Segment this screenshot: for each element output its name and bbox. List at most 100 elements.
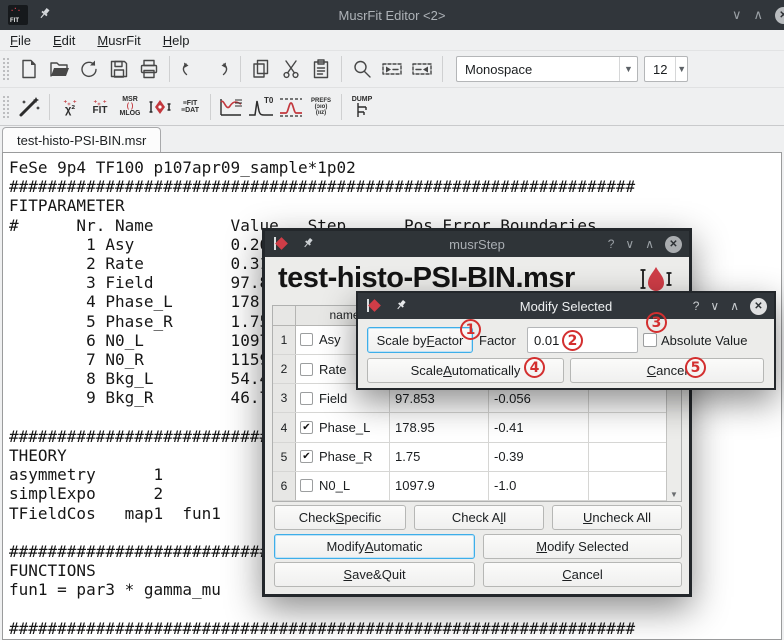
msr-mlog-swap-button[interactable]: MSR( )MLOG <box>115 92 145 122</box>
table-row[interactable]: 6 N0_L 1097.9 -1.0 <box>273 472 666 501</box>
minimize-button[interactable]: ∨ <box>625 237 634 251</box>
reload-button[interactable] <box>74 54 104 84</box>
new-file-button[interactable] <box>14 54 44 84</box>
param-value[interactable]: 178.95 <box>390 413 489 441</box>
musrfourier-button[interactable] <box>276 92 306 122</box>
row-number: 2 <box>273 355 296 383</box>
menu-file[interactable]: File <box>10 33 31 48</box>
annotation-2: 2 <box>562 330 583 351</box>
musrstep-titlebar: musrStep ? ∨ ∧ ✕ <box>265 231 689 257</box>
menubar: File Edit MusrFit Help <box>0 30 784 51</box>
row-checkbox[interactable] <box>300 392 313 405</box>
help-button[interactable]: ? <box>608 237 615 251</box>
menu-edit[interactable]: Edit <box>53 33 75 48</box>
copy-button[interactable] <box>246 54 276 84</box>
maximize-button[interactable]: ∧ <box>753 7 763 23</box>
font-family-value: Monospace <box>457 62 619 77</box>
row-checkbox-checked[interactable]: ✔ <box>300 421 313 434</box>
row-checkbox[interactable] <box>300 333 313 346</box>
annotation-4: 4 <box>524 357 545 378</box>
scale-by-factor-button[interactable]: Scale by Factor <box>367 327 473 353</box>
param-name: Asy <box>319 332 341 347</box>
row-checkbox[interactable] <box>300 479 313 492</box>
param-value[interactable]: 1.75 <box>390 443 489 471</box>
maximize-button[interactable]: ∧ <box>730 299 739 313</box>
param-name: Phase_R <box>319 449 372 464</box>
check-all-button[interactable]: Check All <box>414 505 544 530</box>
param-step[interactable]: -1.0 <box>489 472 589 500</box>
absolute-value-label: Absolute Value <box>661 333 748 348</box>
menu-help[interactable]: Help <box>163 33 190 48</box>
modify-selected-button[interactable]: Modify Selected <box>483 534 682 559</box>
row-number: 3 <box>273 384 296 412</box>
help-button[interactable]: ? <box>693 299 700 313</box>
chevron-down-icon[interactable]: ▼ <box>675 57 687 81</box>
msr2data-button[interactable]: ≡FIT≡DAT <box>175 92 205 122</box>
row-checkbox[interactable] <box>300 363 313 376</box>
annotation-3: 3 <box>646 312 667 333</box>
musrt0-button[interactable]: T0 <box>246 92 276 122</box>
font-family-select[interactable]: Monospace ▼ <box>456 56 638 82</box>
musrview-button[interactable] <box>216 92 246 122</box>
table-row[interactable]: 4 ✔ Phase_L 178.95 -0.41 <box>273 413 666 442</box>
font-size-select[interactable]: 12 ▼ <box>644 56 688 82</box>
save-quit-button[interactable]: Save&Quit <box>274 562 475 587</box>
cancel-button[interactable]: Cancel <box>483 562 682 587</box>
modify-automatic-button[interactable]: Modify Automatic <box>274 534 475 559</box>
toolbar-handle[interactable] <box>2 95 10 119</box>
scroll-down-icon[interactable]: ▼ <box>667 487 681 501</box>
save-button[interactable] <box>104 54 134 84</box>
param-value[interactable]: 1097.9 <box>390 472 489 500</box>
undo-button[interactable] <box>175 54 205 84</box>
row-number: 5 <box>273 443 296 471</box>
param-name: Phase_L <box>319 420 370 435</box>
toolbar-main: Monospace ▼ 12 ▼ <box>0 51 784 88</box>
row-number: 6 <box>273 472 296 500</box>
param-step[interactable]: -0.39 <box>489 443 589 471</box>
open-file-button[interactable] <box>44 54 74 84</box>
factor-label: Factor <box>479 333 516 348</box>
close-button[interactable]: ✕ <box>775 7 784 24</box>
check-specific-button[interactable]: Check Specific <box>274 505 406 530</box>
msr-wizard-button[interactable] <box>14 92 44 122</box>
annotation-1: 1 <box>460 319 481 340</box>
param-step[interactable]: -0.41 <box>489 413 589 441</box>
cut-button[interactable] <box>276 54 306 84</box>
tab-test-histo-psi-bin[interactable]: test-histo-PSI-BIN.msr <box>2 127 161 152</box>
musrfit-fit-button[interactable]: ⁺₊ ⁺FIT <box>85 92 115 122</box>
param-name: N0_L <box>319 478 350 493</box>
minimize-button[interactable]: ∨ <box>710 299 719 313</box>
row-number: 4 <box>273 413 296 441</box>
find-button[interactable] <box>347 54 377 84</box>
table-row[interactable]: 5 ✔ Phase_R 1.75 -0.39 <box>273 443 666 472</box>
row-checkbox-checked[interactable]: ✔ <box>300 450 313 463</box>
maximize-button[interactable]: ∧ <box>645 237 654 251</box>
chevron-down-icon[interactable]: ▼ <box>619 57 637 81</box>
musrstep-dialog: musrStep ? ∨ ∧ ✕ test-histo-PSI-BIN.msr … <box>262 228 692 597</box>
musrfit-chi2-button[interactable]: ⁺₊ ⁺χ² <box>55 92 85 122</box>
modify-cancel-button[interactable]: Cancel <box>570 358 764 383</box>
musrprefs-button[interactable]: PREFS(ɔıo)(ıız) <box>306 92 336 122</box>
redo-button[interactable] <box>205 54 235 84</box>
find-previous-button[interactable] <box>407 54 437 84</box>
toolbar-musrfit: ⁺₊ ⁺χ² ⁺₊ ⁺FIT MSR( )MLOG ≡FIT≡DAT T0 PR… <box>0 88 784 126</box>
absolute-value-checkbox[interactable] <box>643 333 657 347</box>
annotation-5: 5 <box>685 357 706 378</box>
uncheck-all-button[interactable]: Uncheck All <box>552 505 682 530</box>
t0-label: T0 <box>264 96 274 105</box>
tab-bar: test-histo-PSI-BIN.msr <box>0 126 784 152</box>
toolbar-handle[interactable] <box>2 57 10 81</box>
calibrate-button[interactable] <box>145 92 175 122</box>
paste-button[interactable] <box>306 54 336 84</box>
font-size-value: 12 <box>645 62 675 77</box>
dump-button[interactable]: DUMP <box>347 92 377 122</box>
main-titlebar: .·.FIT MusrFit Editor <2> ∨ ∧ ✕ <box>0 0 784 30</box>
modify-titlebar: Modify Selected ? ∨ ∧ ✕ <box>358 293 774 319</box>
menu-musrfit[interactable]: MusrFit <box>97 33 140 48</box>
find-next-button[interactable] <box>377 54 407 84</box>
print-button[interactable] <box>134 54 164 84</box>
minimize-button[interactable]: ∨ <box>732 7 742 23</box>
window-title: MusrFit Editor <2> <box>0 8 784 23</box>
close-button[interactable]: ✕ <box>665 236 682 253</box>
close-button[interactable]: ✕ <box>750 298 767 315</box>
